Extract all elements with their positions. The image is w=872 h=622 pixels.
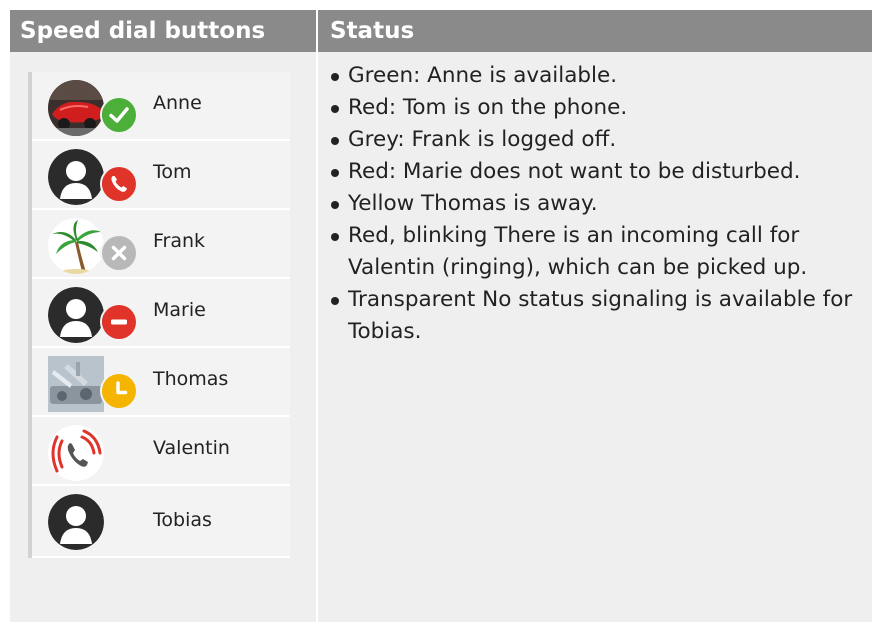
speed-dial-button-tobias[interactable]: Tobias [32, 486, 290, 558]
status-list-item: Yellow Thomas is away. [330, 188, 870, 220]
logged-off-x-icon [100, 234, 138, 272]
status-list-item: Red: Tom is on the phone. [330, 92, 870, 124]
status-list-item: Grey: Frank is logged off. [330, 124, 870, 156]
ringing-phone-avatar [48, 425, 104, 481]
speed-dial-status-table: Speed dial buttons Status Anne Tom Frank… [10, 10, 872, 622]
contact-name: Tom [153, 161, 192, 183]
status-list-item: Red: Marie does not want to be disturbed… [330, 156, 870, 188]
bullet-icon [331, 233, 339, 241]
bullet-icon [331, 169, 339, 177]
speed-dial-button-frank[interactable]: Frank [32, 210, 290, 279]
status-list: Green: Anne is available. Red: Tom is on… [330, 60, 870, 348]
contact-name: Thomas [153, 368, 229, 390]
bullet-icon [331, 137, 339, 145]
status-list-item: Green: Anne is available. [330, 60, 870, 92]
contact-name: Frank [153, 230, 206, 252]
speed-dial-button-valentin[interactable]: Valentin [32, 417, 290, 486]
bullet-icon [331, 73, 339, 81]
available-check-icon [100, 96, 138, 134]
bullet-icon [331, 297, 339, 305]
status-cell: Green: Anne is available. Red: Tom is on… [318, 52, 872, 622]
bullet-icon [331, 105, 339, 113]
speed-dial-cell: Anne Tom Frank Marie Thomas Valentin Tob… [10, 52, 316, 622]
machine-photo-avatar [48, 356, 104, 412]
phone-icon [100, 165, 138, 203]
speed-dial-button-thomas[interactable]: Thomas [32, 348, 290, 417]
speed-dial-button-anne[interactable]: Anne [32, 72, 290, 141]
status-list-item: Red, blinking There is an incoming call … [330, 220, 870, 284]
contact-name: Tobias [153, 509, 212, 531]
contact-name: Anne [153, 92, 202, 114]
contact-name: Valentin [153, 437, 230, 459]
contact-name: Marie [153, 299, 206, 321]
person-silhouette-avatar [48, 149, 104, 205]
speed-dial-button-marie[interactable]: Marie [32, 279, 290, 348]
car-photo-avatar [48, 80, 104, 136]
status-list-item: Transparent No status signaling is avail… [330, 284, 870, 348]
person-silhouette-avatar [48, 494, 104, 550]
column-header-speed-dial: Speed dial buttons [10, 10, 316, 52]
do-not-disturb-icon [100, 303, 138, 341]
speed-dial-button-tom[interactable]: Tom [32, 141, 290, 210]
speed-dial-panel: Anne Tom Frank Marie Thomas Valentin Tob… [28, 72, 290, 558]
away-clock-icon [100, 372, 138, 410]
bullet-icon [331, 201, 339, 209]
column-header-status: Status [318, 10, 872, 52]
palm-tree-avatar [48, 218, 104, 274]
person-silhouette-avatar [48, 287, 104, 343]
